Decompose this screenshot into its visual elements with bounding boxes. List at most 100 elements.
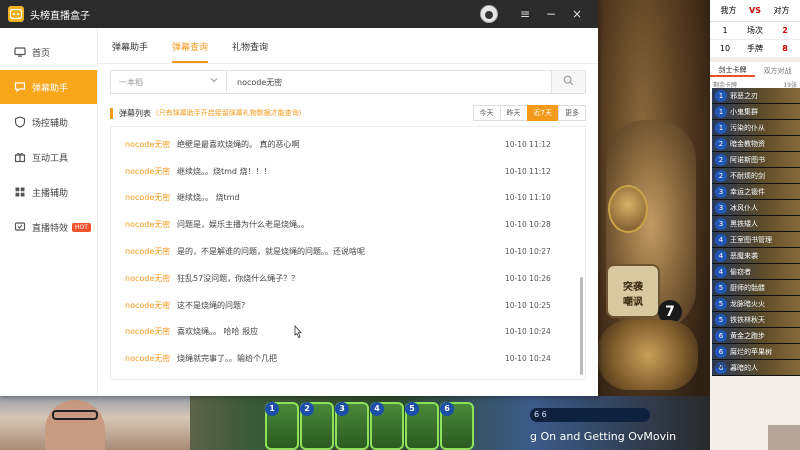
card-name: 邪恶之刃 [730, 91, 758, 100]
menu-icon[interactable]: ≡ [512, 7, 538, 21]
tab-gift-query[interactable]: 礼物查询 [232, 40, 268, 63]
sidebar-item-label: 首页 [32, 48, 51, 59]
room-select[interactable]: 一本稻 [111, 71, 227, 93]
message-text: 喜欢烧绳。。 哈哈 报应 [177, 327, 259, 337]
list-title: 弹幕列表 [119, 108, 151, 118]
date-range-group: 今天 昨天 近7天 更多 [472, 105, 586, 121]
range-7days-button[interactable]: 近7天 [526, 105, 559, 121]
deck-card: 1 污染的仆从 [712, 120, 800, 136]
deck-tab-mine[interactable]: 剑士卡牌 [710, 65, 755, 77]
card-name: 不耐烦的剑 [730, 171, 765, 180]
sidebar-item-label: 互动工具 [32, 153, 69, 164]
message-user[interactable]: nocode无密 [125, 192, 177, 203]
range-yesterday-button[interactable]: 昨天 [499, 105, 528, 121]
deck-card: 6 腐烂的苹果树 [712, 344, 800, 360]
card-cost: 3 [715, 201, 727, 214]
deck-card: 5 龙脉暗火火 [712, 296, 800, 312]
message-text: 是的，不是解谁的问题，就是烧绳的问题。。还说啥呢 [177, 247, 365, 257]
card-name: 污染的仆从 [730, 123, 765, 132]
main-panel: 弹幕助手 弹幕查询 礼物查询 一本稻 弹幕列表 (只有弹幕助手开启接留弹幕礼物数… [98, 28, 598, 396]
sparkle-icon [14, 221, 26, 233]
message-time: 10-10 10:26 [505, 273, 551, 283]
message-user[interactable]: nocode无密 [125, 273, 177, 284]
secondary-webcam [768, 425, 800, 450]
deck-card: 5 厨师的骷髅 [712, 280, 800, 296]
tab-bar: 弹幕助手 弹幕查询 礼物查询 [98, 28, 598, 64]
range-today-button[interactable]: 今天 [472, 105, 501, 121]
message-list: nocode无密 绝壁是最喜欢烧绳的。 真的恶心啊 10-10 11:12 nocod… [110, 126, 586, 380]
section-marker [110, 107, 113, 119]
score-right-value: 8 [782, 44, 788, 53]
card-cost: 4 [715, 265, 727, 278]
message-user[interactable]: nocode无密 [125, 139, 177, 150]
chat-icon [14, 81, 26, 93]
deck-card: 1 邪恶之刃 [712, 88, 800, 104]
stream-ticker: g On and Getting OvMovin [530, 430, 677, 443]
mana-bar: 6 6 [530, 408, 650, 422]
chevron-down-icon [210, 76, 218, 86]
message-row: nocode无密 继续烧。。 烧tmd 10-10 11:10 [111, 185, 585, 212]
deck-list: 1 邪恶之刃 1 小鬼集群 1 污染的仆从 2 暗金教物资 2 阿诺斯图书 2 不耐烦的剑 3 幸运之锻件… [710, 88, 800, 376]
message-user[interactable]: nocode无密 [125, 326, 177, 337]
deck-card: 2 阿诺斯图书 [712, 152, 800, 168]
overlay-bottom-logo: 酷品牌 [712, 361, 733, 369]
card-name: 暗金教物资 [730, 139, 765, 148]
message-row: nocode无密 是的，不是解谁的问题，就是烧绳的问题。。还说啥呢 10-10 10… [111, 238, 585, 265]
deck-card: 4 恶魔来袭 [712, 248, 800, 264]
deck-card: 5 铁铁林秋天 [712, 312, 800, 328]
close-icon[interactable]: × [564, 7, 590, 21]
sidebar-item-label: 弹幕助手 [32, 83, 69, 94]
card-cost: 5 [715, 281, 727, 294]
message-user[interactable]: nocode无密 [125, 300, 177, 311]
card-name: 黑铁矮人 [730, 219, 758, 228]
search-input[interactable] [227, 71, 551, 93]
hand-card: 4 [370, 402, 404, 450]
streamer-face [45, 400, 105, 450]
message-time: 10-10 10:24 [505, 354, 551, 364]
webcam-feed [0, 396, 190, 450]
sidebar-item-room-control[interactable]: 场控辅助 [0, 105, 97, 139]
board-ornament [598, 320, 698, 390]
score-row: 10 手牌 8 [710, 40, 800, 58]
list-header: 弹幕列表 (只有弹幕助手开启接留弹幕礼物数据才能查询) 今天 昨天 近7天 更多 [110, 104, 586, 122]
list-hint: (只有弹幕助手开启接留弹幕礼物数据才能查询) [156, 109, 302, 117]
tab-danmu-query[interactable]: 弹幕查询 [172, 40, 209, 63]
sidebar-item-home[interactable]: 首页 [0, 35, 97, 69]
deck-tab-both[interactable]: 双方对战 [755, 66, 800, 76]
search-icon [563, 75, 574, 89]
score-vs: VS [749, 6, 761, 15]
room-select-value: 一本稻 [119, 77, 143, 87]
minimize-icon[interactable]: − [538, 7, 564, 21]
message-user[interactable]: nocode无密 [125, 353, 177, 364]
message-user[interactable]: nocode无密 [125, 246, 177, 257]
message-text: 继续烧。。 烧tmd [177, 193, 240, 203]
sidebar-item-streamer-assist[interactable]: 主播辅助 [0, 175, 97, 209]
card-name: 恶魔来袭 [730, 251, 758, 260]
sidebar-item-label: 主播辅助 [32, 188, 69, 199]
deck-tracker-panel: 我方 VS 对方 1 场次 2 10 手牌 8 剑士卡牌 双方对战 剩余卡牌 1… [710, 0, 800, 450]
message-time: 10-10 10:24 [505, 327, 551, 337]
range-more-button[interactable]: 更多 [558, 105, 586, 121]
card-name: 龙脉暗火火 [730, 299, 765, 308]
message-user[interactable]: nocode无密 [125, 166, 177, 177]
message-row: nocode无密 喜欢烧绳。。 哈哈 报应 10-10 10:24 [111, 319, 585, 346]
user-avatar[interactable] [480, 5, 498, 23]
app-title: 头榜直播盒子 [30, 10, 90, 22]
message-user[interactable]: nocode无密 [125, 219, 177, 230]
sidebar-item-danmu-assistant[interactable]: 弹幕助手 [0, 70, 97, 104]
deck-card: 3 黑铁矮人 [712, 216, 800, 232]
search-button[interactable] [551, 71, 585, 93]
scrollbar[interactable] [580, 277, 583, 375]
sidebar-item-interaction-tools[interactable]: 互动工具 [0, 140, 97, 174]
card-cost: 4 [715, 233, 727, 246]
message-text: 这不是烧绳的问题? [177, 300, 246, 310]
message-time: 10-10 11:12 [505, 166, 551, 176]
message-time: 10-10 10:28 [505, 220, 551, 230]
tab-danmu-assistant[interactable]: 弹幕助手 [112, 40, 148, 63]
title-bar: 头榜直播盒子 ≡ − × [0, 0, 598, 28]
sidebar-item-live-effects[interactable]: 直播特效 HOT [0, 210, 97, 244]
card-cost: 5 [715, 313, 727, 326]
deck-card: 6 黄金之跑步 [712, 328, 800, 344]
card-cost: 1 [715, 121, 727, 134]
message-row: nocode无密 继续烧。。烧tmd 烧！！！ 10-10 11:12 [111, 158, 585, 185]
